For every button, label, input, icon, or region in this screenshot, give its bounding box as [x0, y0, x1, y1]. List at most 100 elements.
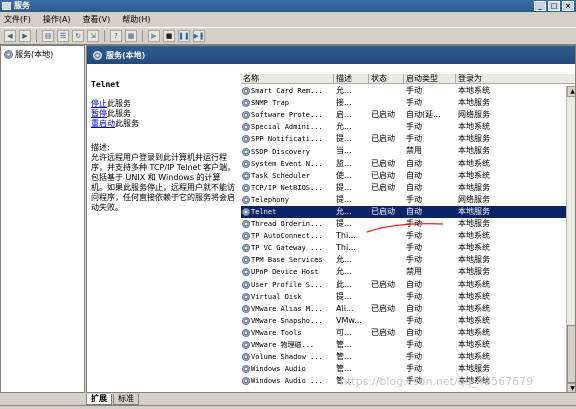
table-row[interactable]: SSDP Discovery 当... 禁用 本地服务 — [241, 145, 567, 157]
table-row[interactable]: VMware Tools 可... 已启动 自动 本地系统 — [241, 327, 567, 339]
table-row[interactable]: TPM Base Services 允... 手动 本地服务 — [241, 254, 567, 266]
service-status: 已启动 — [371, 158, 395, 168]
table-row[interactable]: VMware 物理磁... 管... 手动 本地系统 — [241, 339, 567, 351]
services-list: 名称 描述 状态 启动类型 登录为 Smart Card Rem... 允... 手… — [239, 74, 575, 392]
service-name-cell: Special Admini... — [241, 121, 334, 133]
service-log-on-as: 网络服务 — [458, 194, 490, 204]
table-row[interactable]: VMware Alias M... Ali... 已启动 自动 本地系统 — [241, 303, 567, 315]
column-header-description[interactable]: 描述 — [334, 74, 369, 83]
gear-icon — [242, 328, 250, 337]
menu-bar: 文件(F) 操作(A) 查看(V) 帮助(H) — [0, 12, 576, 27]
maximize-button[interactable]: □ — [548, 1, 560, 11]
scroll-down-icon[interactable]: ▼ — [567, 383, 575, 392]
service-log-on-as: 本地系统 — [458, 122, 490, 132]
service-description: Thi... — [336, 231, 356, 241]
table-row[interactable]: UPnP Device Host 允... 禁用 本地服务 — [241, 266, 567, 278]
table-row[interactable]: Special Admini... 允... 手动 本地系统 — [241, 121, 567, 133]
back-icon[interactable]: ◀ — [4, 30, 16, 42]
menu-view[interactable]: 查看(V) — [83, 14, 111, 25]
menu-file[interactable]: 文件(F) — [4, 14, 31, 25]
service-status: 已启动 — [371, 110, 395, 120]
forward-icon[interactable]: ▶ — [19, 30, 31, 42]
action-suffix: 此服务 — [107, 99, 131, 108]
list-icon[interactable]: ☰ — [57, 30, 69, 42]
table-row[interactable]: SPP Notificati... 提... 已启动 手动 本地服务 — [241, 133, 567, 145]
table-row[interactable]: VMware Snapsho... VMw... 手动 本地系统 — [241, 315, 567, 327]
stop-icon[interactable]: ■ — [163, 30, 175, 42]
service-startup-type: 手动 — [406, 352, 422, 362]
table-row[interactable]: Windows Audio ... 管... 手动 本地系统 — [241, 375, 567, 387]
gear-icon — [242, 232, 250, 241]
service-startup-type: 手动 — [406, 98, 422, 108]
refresh-icon[interactable]: ↻ — [72, 30, 84, 42]
table-row[interactable]: Virtual Disk 提... 手动 本地系统 — [241, 291, 567, 303]
vertical-scrollbar[interactable]: ▲ ▼ — [566, 86, 575, 392]
table-row[interactable]: Task Scheduler 使... 已启动 自动 本地系统 — [241, 170, 567, 182]
service-description: 当... — [336, 146, 352, 156]
help-icon[interactable]: ? — [110, 30, 122, 42]
table-row[interactable]: User Profile S... 此... 已启动 自动 本地系统 — [241, 279, 567, 291]
table-row[interactable]: Telnet 允... 已启动 自动 本地服务 — [241, 205, 567, 219]
minimize-button[interactable]: _ — [534, 1, 546, 11]
table-row[interactable]: Thread Orderin... 提... 手动 本地服务 — [241, 218, 567, 230]
export-icon[interactable]: ⇲ — [87, 30, 99, 42]
service-name-cell: VMware 物理磁... — [241, 339, 334, 351]
scrollbar-thumb[interactable] — [567, 325, 575, 383]
column-header-log-on-as[interactable]: 登录为 — [456, 74, 575, 83]
service-name-cell: Task Scheduler — [241, 170, 334, 182]
table-row[interactable]: System Event N... 监... 已启动 自动 本地系统 — [241, 158, 567, 170]
menu-action[interactable]: 操作(A) — [43, 14, 71, 25]
gear-icon — [242, 195, 250, 204]
tab-extended[interactable]: 扩展 — [86, 394, 112, 405]
table-row[interactable]: Telephony 提... 手动 网络服务 — [241, 194, 567, 206]
service-log-on-as: 本地服务 — [458, 146, 490, 156]
table-row[interactable]: Volume Shadow ... 管... 手动 本地系统 — [241, 351, 567, 363]
restart-service-link[interactable]: 重启动 — [91, 119, 115, 128]
gear-icon — [242, 171, 250, 180]
description-text: 允许远程用户登录到此计算机并运行程序，并支持多种 TCP/IP Telnet 客… — [91, 153, 236, 212]
service-status: 已启动 — [371, 134, 395, 144]
service-startup-type: 手动 — [406, 231, 422, 241]
service-log-on-as: 本地服务 — [458, 267, 490, 277]
table-row[interactable]: TCP/IP NetBIOS... 提... 已启动 自动 本地服务 — [241, 182, 567, 194]
table-row[interactable]: TP VC Gateway ... Thi... 手动 本地系统 — [241, 242, 567, 254]
table-row[interactable]: Windows Audio 管... 手动 本地服务 — [241, 363, 567, 375]
restart-icon[interactable]: ▶❚ — [193, 30, 205, 42]
tree-node-services-local[interactable]: 服务(本地) — [4, 49, 53, 60]
stop-service-link[interactable]: 停止 — [91, 99, 107, 108]
scroll-up-icon[interactable]: ▲ — [567, 86, 575, 97]
service-status: 已启动 — [371, 206, 395, 216]
service-startup-type: 手动 — [406, 194, 422, 204]
gear-icon — [242, 365, 250, 374]
table-row[interactable]: Smart Card Rem... 允... 手动 本地系统 — [241, 85, 567, 97]
pause-icon[interactable]: ❚❚ — [178, 30, 190, 42]
column-header-startup-type[interactable]: 启动类型 — [404, 74, 456, 83]
table-row[interactable]: Software Prote... 启... 已启动 自动(延... 网络服务 — [241, 109, 567, 121]
service-startup-type: 手动 — [406, 134, 422, 144]
table-row[interactable]: TP AutoConnect... Thi... 手动 本地系统 — [241, 230, 567, 242]
column-header-row: 名称 描述 状态 启动类型 登录为 — [241, 74, 575, 84]
service-name-cell: SSDP Discovery — [241, 145, 334, 157]
gear-icon — [242, 183, 250, 192]
menu-help[interactable]: 帮助(H) — [122, 14, 150, 25]
service-log-on-as: 本地系统 — [458, 170, 490, 180]
service-startup-type: 手动 — [406, 376, 422, 386]
column-header-name[interactable]: 名称 — [241, 74, 334, 83]
pause-service-link[interactable]: 暂停 — [91, 109, 107, 118]
service-status — [369, 363, 404, 375]
service-name: Telnet — [251, 207, 277, 216]
column-header-status[interactable]: 状态 — [369, 74, 404, 83]
tab-standard[interactable]: 标准 — [113, 394, 139, 405]
service-name-cell: TCP/IP NetBIOS... — [241, 182, 334, 194]
gear-icon — [242, 268, 250, 277]
start-icon[interactable]: ▶ — [148, 30, 160, 42]
service-startup-type: 自动 — [406, 158, 422, 168]
properties-icon[interactable]: ▦ — [125, 30, 137, 42]
service-name-cell: UPnP Device Host — [241, 266, 334, 278]
show-tree-icon[interactable]: ▤ — [42, 30, 54, 42]
close-button[interactable]: × — [562, 1, 574, 11]
table-row[interactable]: SNMP Trap 接... 手动 本地服务 — [241, 97, 567, 109]
service-log-on-as: 本地服务 — [458, 98, 490, 108]
service-log-on-as: 本地系统 — [458, 352, 490, 362]
service-log-on-as: 网络服务 — [458, 110, 490, 120]
